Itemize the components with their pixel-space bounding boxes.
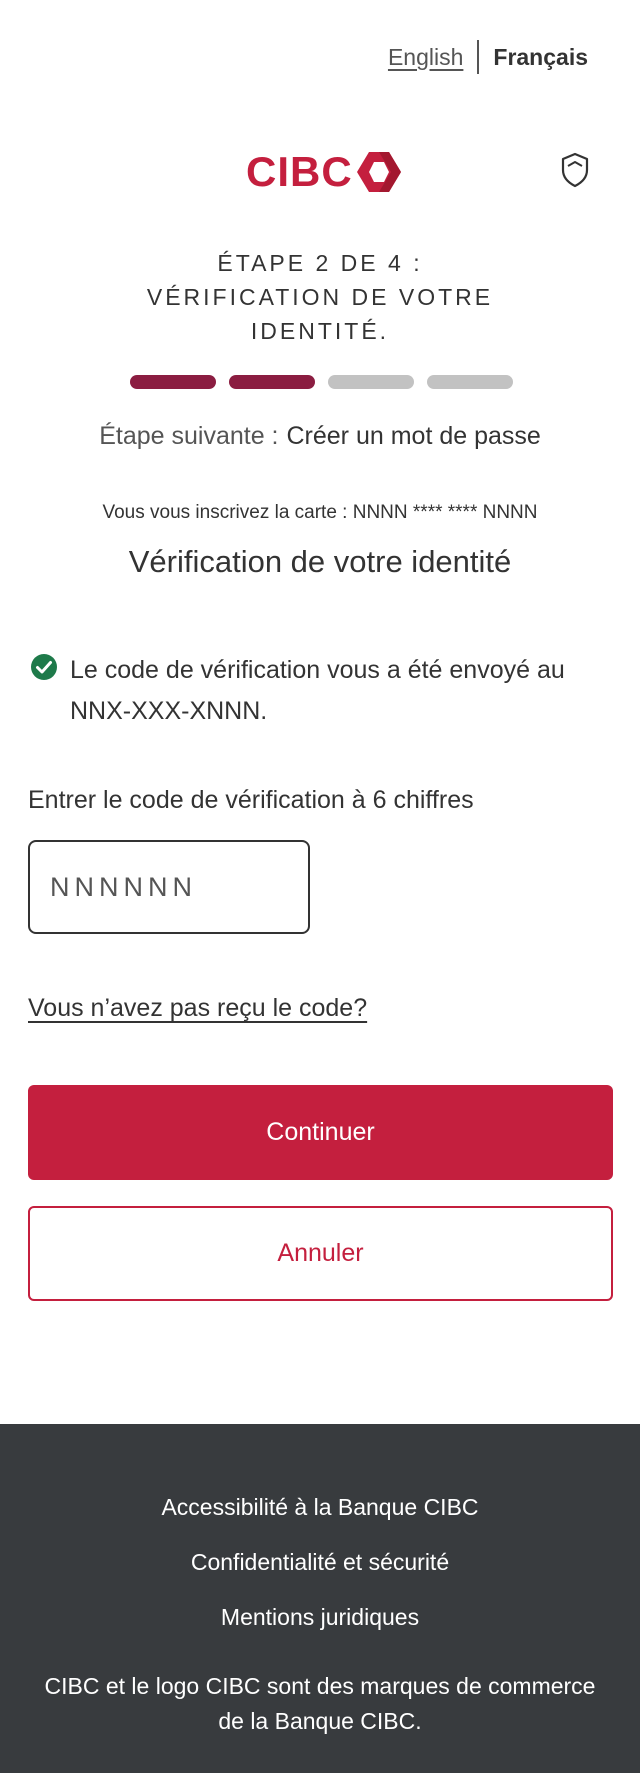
footer-link-accessibility[interactable]: Accessibilité à la Banque CIBC [0, 1494, 640, 1521]
language-switcher: English Français [388, 40, 588, 74]
cibc-logo: CIBC [246, 148, 401, 196]
footer-link-privacy[interactable]: Confidentialité et sécurité [0, 1549, 640, 1576]
resend-code-link[interactable]: Vous n’avez pas reçu le code? [28, 994, 367, 1023]
next-step-value: Créer un mot de passe [286, 422, 541, 450]
step-title-line-1: ÉTAPE 2 DE 4 : [217, 250, 423, 276]
next-step: Étape suivante : Créer un mot de passe [0, 422, 640, 451]
step-title: ÉTAPE 2 DE 4 : VÉRIFICATION DE VOTRE IDE… [0, 246, 640, 348]
footer-link-legal[interactable]: Mentions juridiques [0, 1604, 640, 1631]
footer: Accessibilité à la Banque CIBC Confident… [0, 1424, 640, 1773]
security-shield-icon[interactable] [560, 152, 590, 188]
logo-diamond-icon [356, 152, 401, 192]
card-number-line: Vous vous inscrivez la carte : NNNN ****… [102, 502, 538, 523]
progress-segment-3 [328, 375, 414, 389]
step-progress-bar [130, 375, 526, 389]
step-title-line-3: IDENTITÉ. [250, 318, 390, 344]
logo-wordmark: CIBC [246, 148, 353, 195]
cancel-button[interactable]: Annuler [28, 1206, 613, 1301]
verification-sent-notice: Le code de vérification vous a été envoy… [30, 650, 620, 732]
progress-segment-2 [229, 375, 315, 389]
progress-segment-4 [427, 375, 513, 389]
check-circle-icon [31, 654, 57, 680]
footer-trademark-note: CIBC et le logo CIBC sont des marques de… [44, 1673, 596, 1734]
page-title: Vérification de votre identité [128, 544, 512, 579]
next-step-label: Étape suivante : [99, 422, 279, 450]
language-english-link[interactable]: English [388, 44, 463, 71]
continue-button[interactable]: Continuer [28, 1085, 613, 1180]
notice-text: Le code de vérification vous a été envoy… [70, 656, 565, 725]
language-divider [477, 40, 480, 74]
language-french-link[interactable]: Français [493, 44, 588, 71]
verification-code-input[interactable] [28, 840, 310, 934]
step-title-line-2: VÉRIFICATION DE VOTRE [146, 284, 494, 310]
code-label: Entrer le code de vérification à 6 chiff… [28, 786, 474, 814]
progress-segment-1 [130, 375, 216, 389]
